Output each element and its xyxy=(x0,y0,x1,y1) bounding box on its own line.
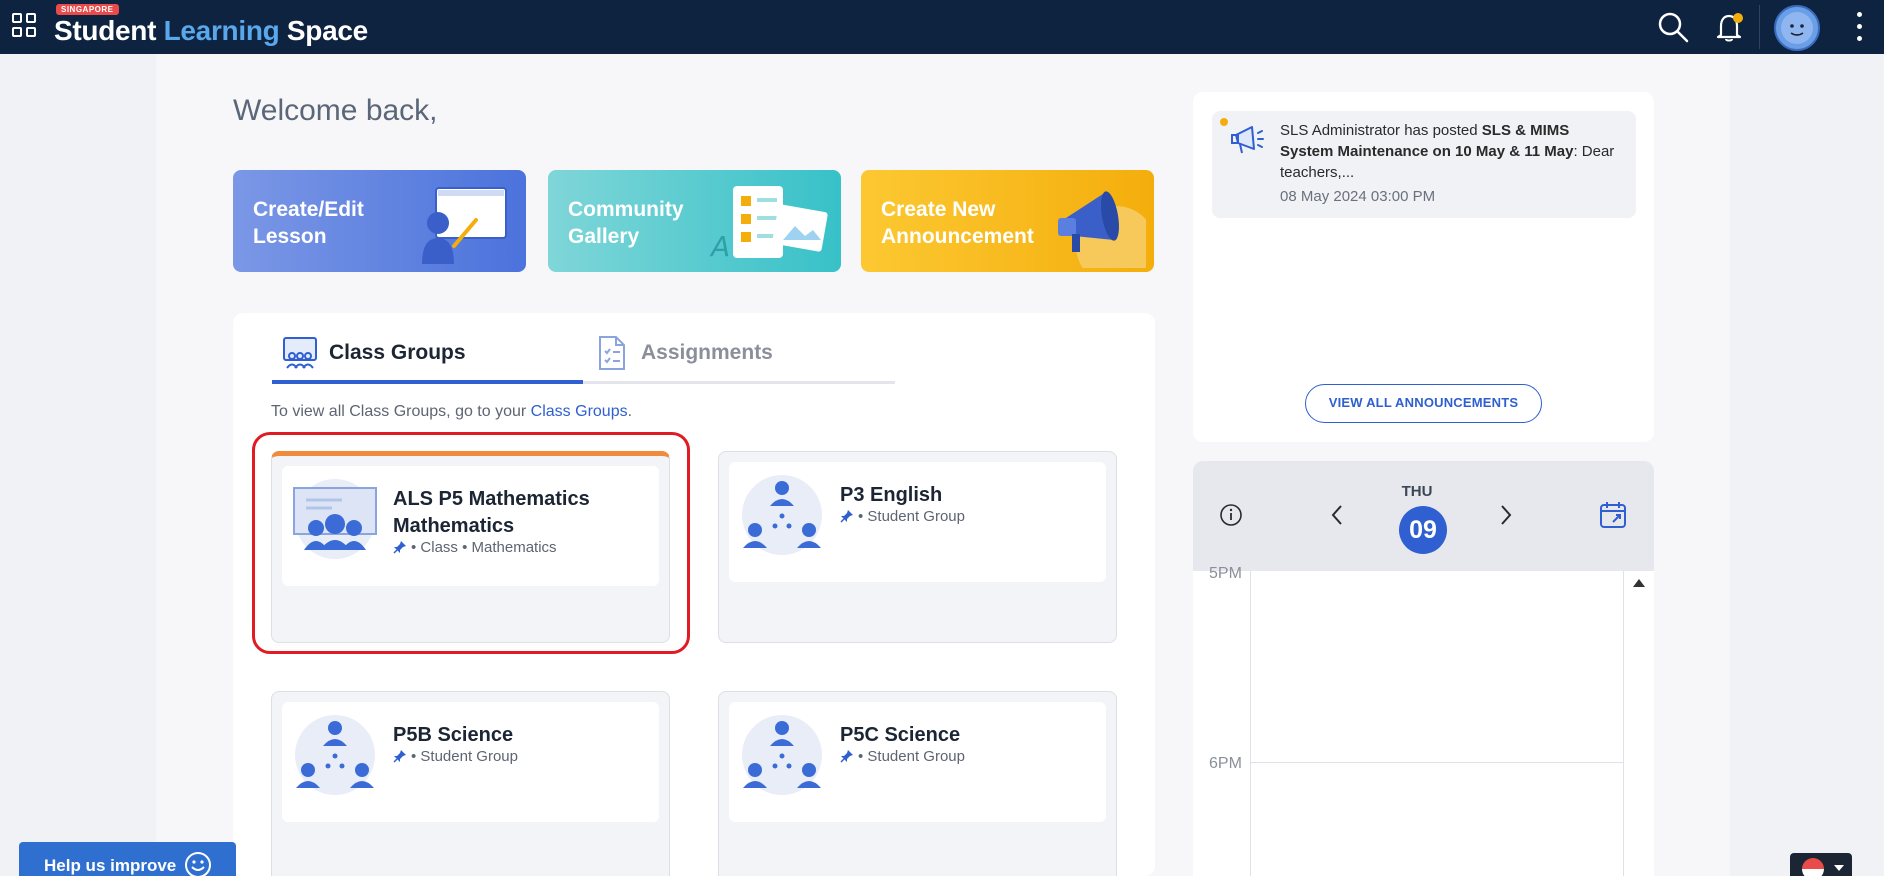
student-group-icon xyxy=(739,712,825,798)
welcome-heading: Welcome back, xyxy=(233,94,438,127)
calendar-date[interactable]: 09 xyxy=(1399,506,1447,554)
calendar-timeline[interactable]: 5PM 6PM xyxy=(1193,565,1654,876)
megaphone-icon xyxy=(1230,121,1266,162)
calendar-header: THU 09 xyxy=(1193,461,1654,571)
class-icon xyxy=(292,476,378,562)
student-group-icon xyxy=(292,712,378,798)
search-icon[interactable] xyxy=(1656,10,1690,44)
create-edit-lesson-card[interactable]: Create/Edit Lesson xyxy=(233,170,526,272)
class-group-title: P5B Science xyxy=(393,724,514,746)
chevron-left-icon[interactable] xyxy=(1329,503,1345,532)
create-announcement-label: Create New Announcement xyxy=(881,198,1034,248)
tab-class-groups-label: Class Groups xyxy=(329,341,466,364)
calendar-open-icon[interactable] xyxy=(1599,501,1627,534)
caret-down-icon xyxy=(1834,865,1844,871)
create-announcement-card[interactable]: Create New Announcement xyxy=(861,170,1154,272)
view-all-announcements-button[interactable]: VIEW ALL ANNOUNCEMENTS xyxy=(1305,384,1542,423)
avatar[interactable] xyxy=(1774,5,1820,51)
community-gallery-card[interactable]: Community Gallery A xyxy=(548,170,841,272)
help-us-improve-button[interactable]: Help us improve xyxy=(19,842,236,876)
flag-icon xyxy=(1802,858,1824,876)
class-groups-link[interactable]: Class Groups xyxy=(531,403,628,420)
student-group-icon xyxy=(739,472,825,558)
calendar-day: THU xyxy=(1401,483,1433,500)
class-group-meta: • Student Group xyxy=(840,748,965,767)
logo-badge: SINGAPORE xyxy=(56,4,119,15)
info-icon[interactable] xyxy=(1219,503,1243,532)
class-group-card[interactable]: P5B Science • Student Group xyxy=(271,691,670,876)
chevron-right-icon[interactable] xyxy=(1498,503,1514,532)
class-group-card[interactable]: ALS P5 Mathematics Mathematics • Class •… xyxy=(271,451,670,643)
header-divider xyxy=(1759,5,1760,49)
apps-grid-icon[interactable] xyxy=(12,13,40,41)
create-edit-lesson-label: Create/Edit Lesson xyxy=(253,198,364,248)
calendar-panel: THU 09 5PM 6PM xyxy=(1193,461,1654,876)
announcement-date: 08 May 2024 03:00 PM xyxy=(1280,188,1436,205)
class-group-card-body: P5C Science • Student Group xyxy=(729,702,1106,822)
tab-assignments[interactable]: Assignments xyxy=(583,330,895,384)
smiley-icon xyxy=(184,851,212,876)
help-us-improve-label: Help us improve xyxy=(44,856,177,875)
class-groups-hint: To view all Class Groups, go to your Cla… xyxy=(271,403,633,420)
time-label: 5PM xyxy=(1209,565,1242,582)
top-bar: SINGAPORE Student Learning Space xyxy=(0,0,1884,54)
announcement-text: SLS Administrator has posted SLS & MIMS … xyxy=(1280,122,1615,181)
logo-text: Student Learning Space xyxy=(54,15,368,46)
class-group-card[interactable]: P5C Science • Student Group xyxy=(718,691,1117,876)
lesson-board-icon xyxy=(408,178,518,272)
class-group-title: P3 English xyxy=(840,484,943,506)
bell-icon[interactable] xyxy=(1713,10,1747,44)
svg-text:A: A xyxy=(709,230,730,263)
class-group-card-body: P5B Science • Student Group xyxy=(282,702,659,822)
class-group-title: ALS P5 Mathematics Mathematics xyxy=(393,488,590,537)
scroll-up-arrow[interactable] xyxy=(1633,579,1645,587)
pin-icon[interactable] xyxy=(393,540,407,558)
pin-icon[interactable] xyxy=(840,509,854,527)
class-group-meta: • Student Group xyxy=(393,748,518,767)
megaphone-icon xyxy=(1046,178,1154,272)
time-label: 6PM xyxy=(1209,755,1242,772)
language-selector[interactable] xyxy=(1790,853,1852,876)
more-vertical-icon[interactable] xyxy=(1856,12,1864,42)
assignment-icon xyxy=(597,335,627,376)
announcement-item[interactable]: SLS Administrator has posted SLS & MIMS … xyxy=(1212,111,1636,218)
tab-assignments-label: Assignments xyxy=(641,341,773,364)
class-group-card[interactable]: P3 English • Student Group xyxy=(718,451,1117,643)
pin-icon[interactable] xyxy=(840,749,854,767)
class-group-card-body: ALS P5 Mathematics Mathematics • Class •… xyxy=(282,466,659,586)
classroom-icon xyxy=(282,335,318,376)
class-group-title: P5C Science xyxy=(840,724,961,746)
class-group-meta: • Student Group xyxy=(840,508,965,527)
tab-class-groups[interactable]: Class Groups xyxy=(272,330,583,384)
gallery-icon: A xyxy=(703,178,833,272)
pin-icon[interactable] xyxy=(393,749,407,767)
class-group-meta: • Class • Mathematics xyxy=(393,539,557,558)
class-group-card-body: P3 English • Student Group xyxy=(729,462,1106,582)
unread-dot xyxy=(1220,118,1228,126)
